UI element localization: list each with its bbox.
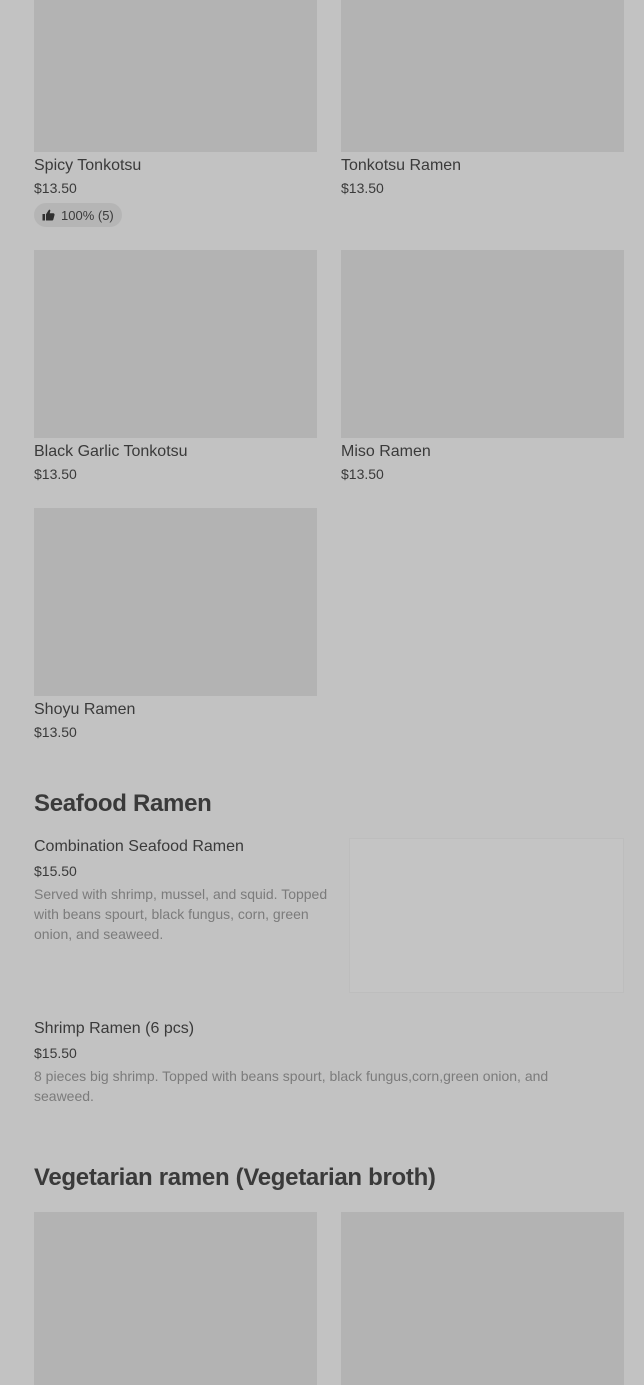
menu-item-price: $15.50 bbox=[34, 1045, 77, 1061]
thumbs-up-icon bbox=[42, 209, 55, 221]
menu-item-image[interactable] bbox=[341, 1212, 624, 1385]
menu-item-price: $13.50 bbox=[341, 180, 384, 196]
menu-item-name: Shrimp Ramen (6 pcs) bbox=[34, 1020, 195, 1037]
menu-item-card[interactable]: Spicy Tonkotsu $13.50 100% (5) bbox=[34, 0, 317, 227]
menu-item-image[interactable] bbox=[341, 250, 624, 438]
menu-item-name: Shoyu Ramen bbox=[34, 701, 136, 718]
menu-item-card[interactable] bbox=[34, 1212, 317, 1385]
menu-item-image[interactable] bbox=[34, 250, 317, 438]
menu-list-item[interactable]: Combination Seafood Ramen $15.50 Served … bbox=[34, 837, 334, 944]
section-title-seafood: Seafood Ramen bbox=[34, 790, 212, 817]
rating-badge: 100% (5) bbox=[34, 203, 122, 227]
menu-item-name: Black Garlic Tonkotsu bbox=[34, 443, 188, 460]
menu-item-image[interactable] bbox=[349, 838, 624, 993]
menu-list-item[interactable]: Shrimp Ramen (6 pcs) $15.50 8 pieces big… bbox=[34, 1019, 594, 1106]
menu-item-card[interactable]: Miso Ramen $13.50 bbox=[341, 250, 624, 483]
section-title-vegetarian: Vegetarian ramen (Vegetarian broth) bbox=[34, 1164, 436, 1191]
menu-item-image[interactable] bbox=[34, 508, 317, 696]
menu-item-name: Miso Ramen bbox=[341, 443, 431, 460]
menu-item-name: Combination Seafood Ramen bbox=[34, 838, 244, 855]
menu-page: Spicy Tonkotsu $13.50 100% (5) Tonkotsu … bbox=[0, 0, 644, 1385]
menu-item-price: $13.50 bbox=[34, 724, 77, 740]
menu-item-price: $13.50 bbox=[34, 466, 77, 482]
menu-item-price: $13.50 bbox=[341, 466, 384, 482]
menu-item-image[interactable] bbox=[34, 0, 317, 152]
menu-item-price: $15.50 bbox=[34, 863, 77, 879]
menu-item-description: Served with shrimp, mussel, and squid. T… bbox=[34, 886, 328, 942]
menu-item-price: $13.50 bbox=[34, 180, 77, 196]
menu-item-card[interactable]: Tonkotsu Ramen $13.50 bbox=[341, 0, 624, 197]
menu-item-image[interactable] bbox=[34, 1212, 317, 1385]
menu-item-description: 8 pieces big shrimp. Topped with beans s… bbox=[34, 1068, 549, 1104]
menu-item-card[interactable] bbox=[341, 1212, 624, 1385]
rating-text: 100% (5) bbox=[61, 207, 114, 223]
menu-item-card[interactable]: Shoyu Ramen $13.50 bbox=[34, 508, 317, 741]
menu-item-card[interactable]: Black Garlic Tonkotsu $13.50 bbox=[34, 250, 317, 483]
menu-item-name: Spicy Tonkotsu bbox=[34, 157, 142, 174]
menu-item-name: Tonkotsu Ramen bbox=[341, 157, 462, 174]
menu-item-image[interactable] bbox=[341, 0, 624, 152]
